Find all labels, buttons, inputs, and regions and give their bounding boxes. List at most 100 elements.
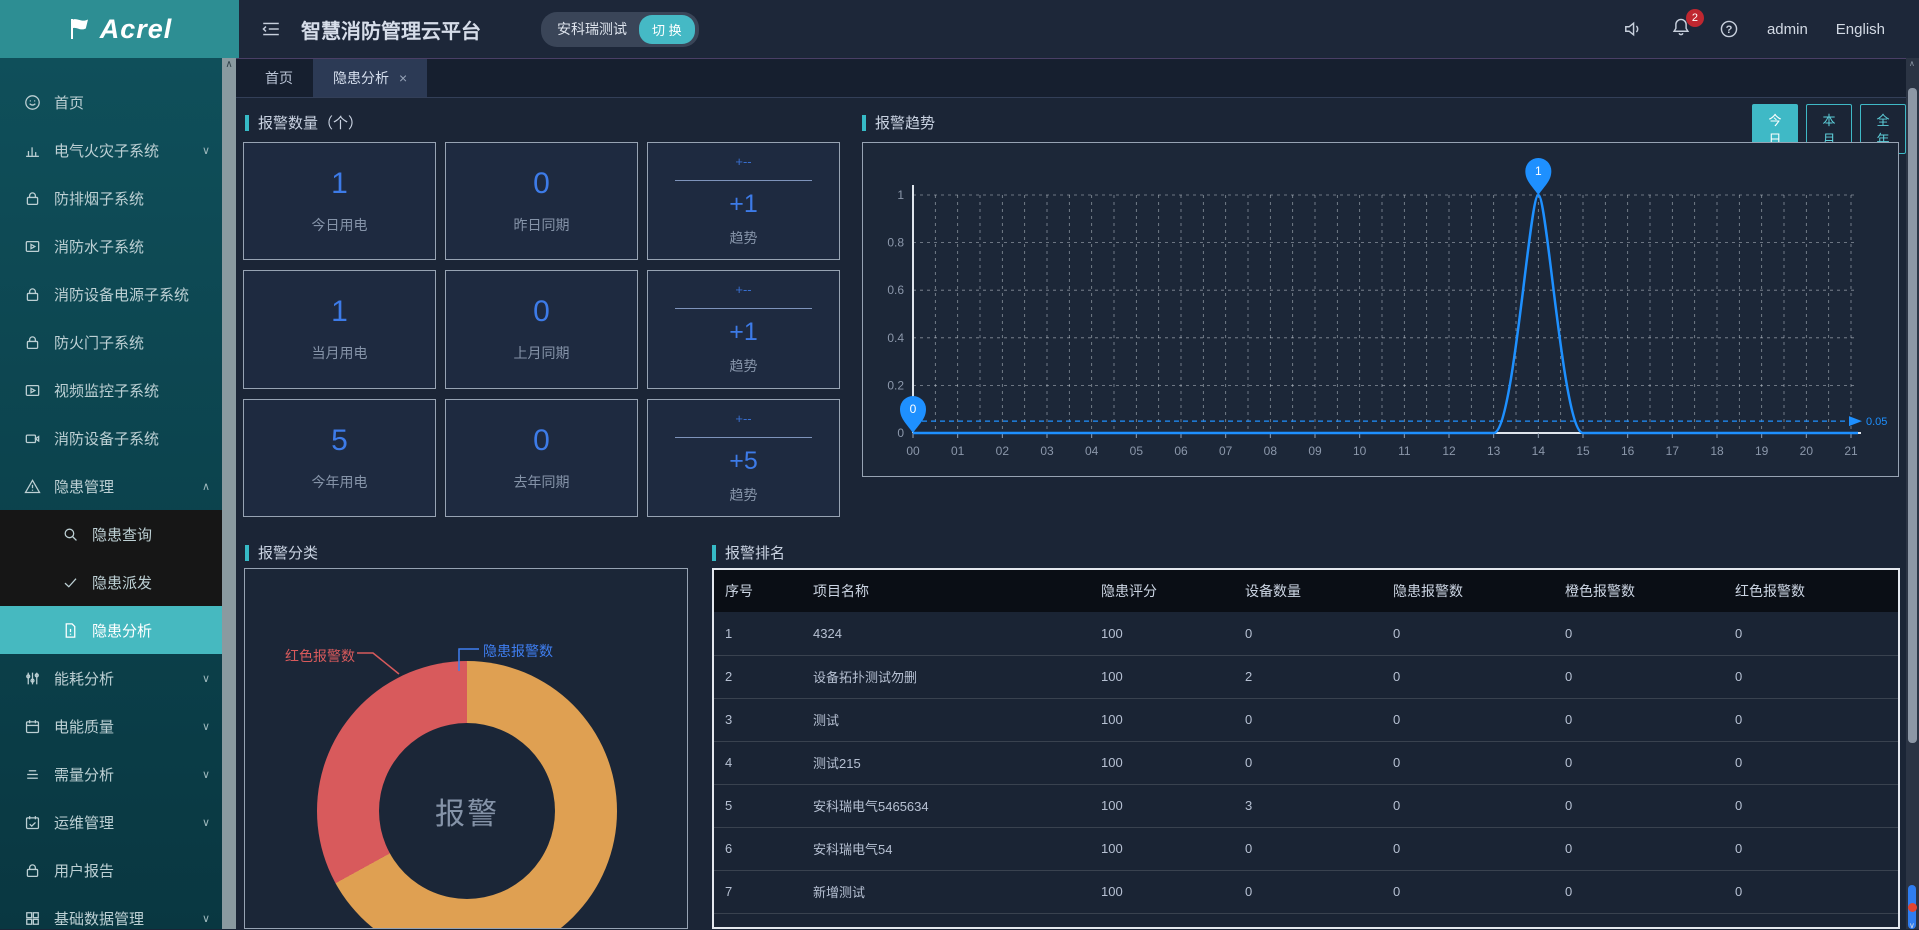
grid-icon <box>24 910 41 927</box>
table-row[interactable]: 7新增测试1000000 <box>714 870 1898 913</box>
scroll-up-icon[interactable]: ∧ <box>1909 59 1915 68</box>
sidebar-item-fire-power[interactable]: 消防设备电源子系统 <box>0 270 222 318</box>
menu-fold-icon[interactable] <box>261 19 281 39</box>
alarm-trend-chart-card: 00.20.40.60.8100010203040506070809101112… <box>862 142 1899 477</box>
switch-project-button[interactable]: 切 换 <box>639 15 695 44</box>
tab-label: 隐患分析 <box>333 68 389 88</box>
sidebar-item-demand-analysis[interactable]: 需量分析 ∨ <box>0 750 222 798</box>
svg-text:05: 05 <box>1130 444 1144 458</box>
title-accent-bar <box>712 545 716 561</box>
broadcast-speaker-icon[interactable] <box>1623 19 1643 39</box>
check-icon <box>62 574 79 591</box>
stat-value: +5 <box>729 447 758 476</box>
close-icon[interactable]: × <box>399 70 407 86</box>
sidebar-item-base-data[interactable]: 基础数据管理 ∨ <box>0 894 222 929</box>
column-header: 项目名称 <box>802 570 1090 612</box>
sidebar-item-fire-water[interactable]: 消防水子系统 <box>0 222 222 270</box>
column-header: 红色报警数 <box>1724 570 1898 612</box>
scrollbar-thumb[interactable] <box>1908 88 1917 743</box>
user-menu[interactable]: admin <box>1767 21 1808 38</box>
svg-text:0: 0 <box>910 402 917 416</box>
sidebar-item-danger-dispatch[interactable]: 隐患派发 <box>0 558 222 606</box>
pie-label-danger-alarms: 隐患报警数 <box>483 641 553 661</box>
sidebar-item-label: 消防设备子系统 <box>54 428 159 449</box>
alarm-count-section-title: 报警数量（个） <box>245 112 363 133</box>
sidebar-scrollbar[interactable]: ∧ <box>222 58 236 929</box>
svg-text:19: 19 <box>1755 444 1769 458</box>
donut-center-label: 报警 <box>435 789 499 833</box>
sidebar-item-electrical-fire[interactable]: 电气火灾子系统 ∨ <box>0 126 222 174</box>
tab-danger-analysis[interactable]: 隐患分析 × <box>313 59 427 97</box>
alarm-rank-section-title: 报警排名 <box>712 542 785 563</box>
table-row[interactable]: 2设备拓扑测试勿删1002000 <box>714 655 1898 698</box>
svg-text:13: 13 <box>1487 444 1501 458</box>
sidebar-item-danger-analysis[interactable]: 隐患分析 <box>0 606 222 654</box>
alarm-trend-line-chart[interactable]: 00.20.40.60.8100010203040506070809101112… <box>863 143 1898 476</box>
trend-formula: +-- <box>735 154 751 169</box>
stat-label: 今日用电 <box>312 215 368 235</box>
page-scrollbar[interactable]: ∧ ∨ <box>1906 58 1919 929</box>
sidebar-item-fire-door[interactable]: 防火门子系统 <box>0 318 222 366</box>
trend-formula: +-- <box>735 282 751 297</box>
svg-text:08: 08 <box>1264 444 1278 458</box>
column-header: 序号 <box>714 570 802 612</box>
svg-text:14: 14 <box>1532 444 1546 458</box>
svg-text:0.05: 0.05 <box>1866 416 1887 428</box>
chevron-down-icon: ∨ <box>202 912 210 925</box>
svg-text:18: 18 <box>1710 444 1724 458</box>
sidebar-item-label: 隐患查询 <box>92 524 152 545</box>
sidebar-item-label: 防火门子系统 <box>54 332 144 353</box>
video-icon <box>24 382 41 399</box>
stat-value: 0 <box>533 295 550 329</box>
table-row[interactable]: 4测试2151000000 <box>714 741 1898 784</box>
sidebar-item-label: 基础数据管理 <box>54 908 144 929</box>
scroll-up-icon[interactable]: ∧ <box>222 58 236 72</box>
sidebar-item-user-report[interactable]: 用户报告 <box>0 846 222 894</box>
svg-text:21: 21 <box>1844 444 1858 458</box>
stat-card-month-trend: +-- +1 趋势 <box>647 270 840 388</box>
sidebar-item-hidden-danger[interactable]: 隐患管理 ∧ <box>0 462 222 510</box>
sidebar-item-danger-query[interactable]: 隐患查询 <box>0 510 222 558</box>
column-header: 设备数量 <box>1234 570 1382 612</box>
table-row[interactable]: 5安科瑞电气54656341003000 <box>714 784 1898 827</box>
sidebar-item-label: 运维管理 <box>54 812 114 833</box>
search-icon <box>62 526 79 543</box>
help-icon[interactable]: ? <box>1719 19 1739 39</box>
camera-icon <box>24 430 41 447</box>
sidebar-item-ops-management[interactable]: 运维管理 ∨ <box>0 798 222 846</box>
table-row[interactable]: 3测试1000000 <box>714 698 1898 741</box>
sidebar-item-video-monitor[interactable]: 视频监控子系统 <box>0 366 222 414</box>
stat-card-this-month: 1 当月用电 <box>243 270 436 388</box>
sidebar-item-label: 隐患分析 <box>92 620 152 641</box>
language-switch[interactable]: English <box>1836 21 1885 38</box>
document-icon <box>62 622 79 639</box>
sidebar-item-smoke-control[interactable]: 防排烟子系统 <box>0 174 222 222</box>
sidebar-item-home[interactable]: 首页 <box>0 78 222 126</box>
svg-text:0.6: 0.6 <box>887 283 904 297</box>
svg-text:04: 04 <box>1085 444 1099 458</box>
column-header: 隐患报警数 <box>1382 570 1554 612</box>
sidebar-item-label: 电气火灾子系统 <box>54 140 159 161</box>
header-right: 2 ? admin English <box>1623 17 1919 42</box>
table-row[interactable]: 6安科瑞电气541000000 <box>714 827 1898 870</box>
sidebar-item-energy-analysis[interactable]: 能耗分析 ∨ <box>0 654 222 702</box>
notification-bell[interactable]: 2 <box>1671 17 1691 42</box>
svg-text:17: 17 <box>1666 444 1680 458</box>
sidebar-item-label: 隐患派发 <box>92 572 152 593</box>
svg-text:16: 16 <box>1621 444 1635 458</box>
sidebar-item-label: 消防设备电源子系统 <box>54 284 189 305</box>
sidebar-item-label: 隐患管理 <box>54 476 114 497</box>
sidebar: 首页 电气火灾子系统 ∨ 防排烟子系统 消防水子系统 消防设备电源子系统 防火门… <box>0 58 222 929</box>
stat-card-year-trend: +-- +5 趋势 <box>647 399 840 517</box>
logo-text: Acrel <box>100 14 173 45</box>
table-row[interactable]: 143241000000 <box>714 612 1898 655</box>
sidebar-item-power-quality[interactable]: 电能质量 ∨ <box>0 702 222 750</box>
stat-value: +1 <box>729 318 758 347</box>
project-switcher: 安科瑞测试 切 换 <box>541 12 699 47</box>
hidden-danger-submenu: 隐患查询 隐患派发 隐患分析 <box>0 510 222 654</box>
table-row-partial <box>714 913 1898 929</box>
alarm-rank-table-card: 序号 项目名称 隐患评分 设备数量 隐患报警数 橙色报警数 红色报警数 1432… <box>712 568 1900 929</box>
stat-card-last-month: 0 上月同期 <box>445 270 638 388</box>
sidebar-item-fire-equipment[interactable]: 消防设备子系统 <box>0 414 222 462</box>
tab-home[interactable]: 首页 <box>245 59 313 97</box>
